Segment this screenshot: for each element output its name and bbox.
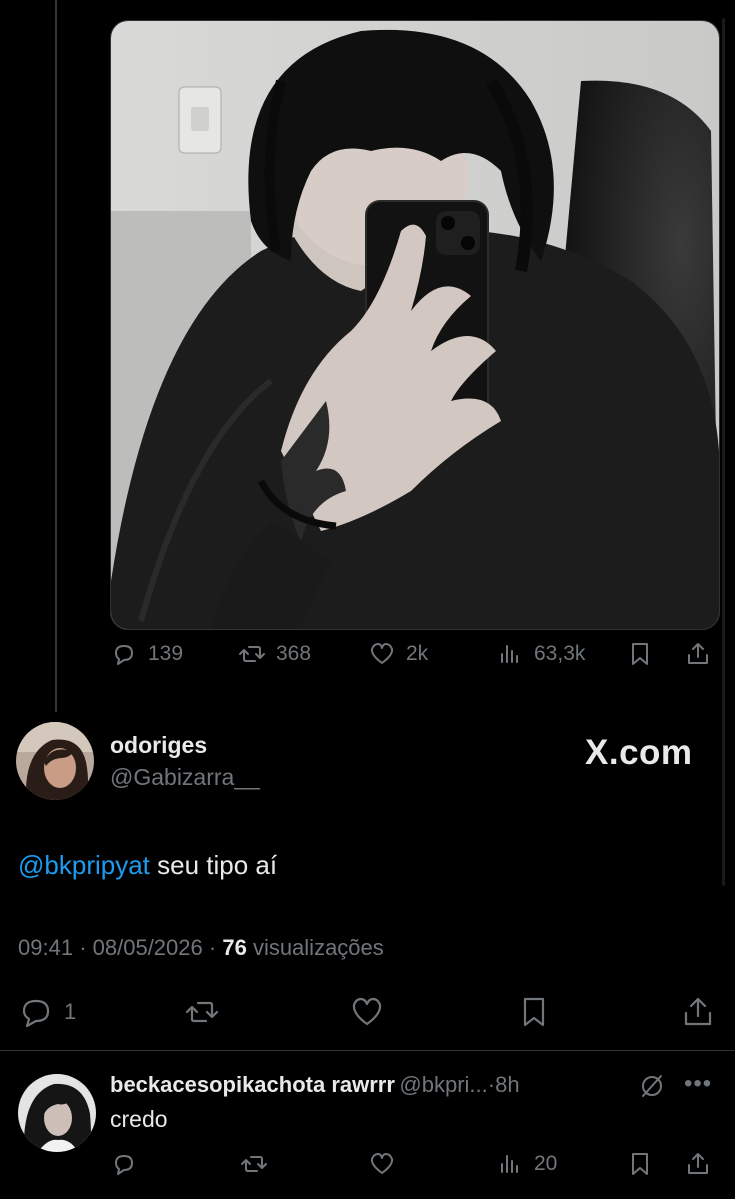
share-upload-icon [688, 643, 708, 664]
reply-action-main[interactable]: 1 [18, 994, 76, 1030]
mention-link[interactable]: @bkpripyat [18, 850, 150, 880]
views-label: visualizações [252, 935, 384, 960]
bookmark-action[interactable] [626, 640, 654, 668]
repost-action[interactable]: 368 [238, 640, 311, 668]
post-meta: 09:41 · 08/05/2026 · 76 visualizações [18, 935, 384, 961]
more-dots-icon[interactable]: ••• [684, 1070, 712, 1098]
avatar[interactable] [16, 722, 94, 800]
share-action[interactable] [684, 640, 712, 668]
bookmark-icon [523, 997, 545, 1027]
share-action-main[interactable] [680, 994, 716, 1030]
divider [0, 1050, 735, 1051]
scroll-indicator [722, 18, 725, 886]
repost-arrows-icon [185, 1001, 219, 1023]
views-count: 63,3k [534, 642, 586, 665]
share-upload-icon [684, 997, 712, 1026]
views-count-main: 76 [222, 935, 247, 960]
profile-photo [18, 1074, 96, 1152]
repost-action-main[interactable] [184, 994, 220, 1030]
reply-action[interactable]: 139 [110, 640, 183, 668]
like-action[interactable]: 2k [368, 640, 428, 668]
mirror-selfie-image [111, 21, 719, 629]
reply-views-action[interactable]: 20 [496, 1150, 557, 1178]
reply-text: credo [110, 1106, 168, 1132]
x-watermark: X.com [585, 733, 693, 772]
reply-like-action[interactable] [368, 1150, 396, 1178]
bar-chart-icon [501, 1155, 518, 1173]
display-name[interactable]: odoriges [110, 732, 207, 759]
bookmark-action-main[interactable] [516, 994, 552, 1030]
meta-separator: · [79, 935, 87, 960]
speech-bubble-icon [115, 1155, 133, 1175]
reply-age[interactable]: 8h [495, 1072, 519, 1097]
bookmark-icon [632, 1153, 648, 1175]
reply-handle[interactable]: @bkpri... [399, 1072, 487, 1097]
reply-header: beckacesopikachota rawrrr @bkpri...·8h [110, 1072, 520, 1098]
bar-chart-icon [501, 645, 518, 663]
repost-arrows-icon [239, 646, 265, 662]
grok-icon [642, 1075, 662, 1097]
reply-share-action[interactable] [684, 1150, 712, 1178]
post-time[interactable]: 09:41 [18, 935, 73, 960]
repost-arrows-icon [241, 1156, 267, 1172]
post-text: @bkpripyat seu tipo aí [18, 850, 277, 881]
post-body: seu tipo aí [149, 850, 278, 880]
speech-bubble-icon [22, 999, 50, 1028]
heart-icon [370, 643, 394, 664]
like-action-main[interactable] [349, 994, 385, 1030]
bookmark-icon [632, 643, 648, 665]
user-handle[interactable]: @Gabizarra__ [110, 764, 260, 791]
share-upload-icon [688, 1153, 708, 1174]
reply-repost-action[interactable] [240, 1150, 268, 1178]
reply-count: 139 [148, 642, 184, 665]
grok-button[interactable] [638, 1072, 666, 1105]
speech-bubble-icon [115, 645, 133, 665]
views-action[interactable]: 63,3k [496, 640, 585, 668]
reply-views-count: 20 [534, 1152, 558, 1175]
like-count: 2k [406, 642, 429, 665]
reply-avatar[interactable] [18, 1074, 96, 1152]
post-photo[interactable] [110, 20, 720, 630]
heart-icon [352, 997, 382, 1026]
profile-photo [16, 722, 94, 800]
heart-icon [370, 1153, 394, 1174]
reply-reply-action[interactable] [110, 1150, 138, 1178]
post-date[interactable]: 08/05/2026 [93, 935, 203, 960]
reply-separator: · [487, 1072, 496, 1097]
reply-count-main: 1 [64, 999, 77, 1024]
reply-bookmark-action[interactable] [626, 1150, 654, 1178]
reply-display-name[interactable]: beckacesopikachota rawrrr [110, 1072, 395, 1097]
repost-count: 368 [276, 642, 312, 665]
thread-connector-line [55, 0, 57, 712]
meta-separator: · [208, 935, 217, 960]
